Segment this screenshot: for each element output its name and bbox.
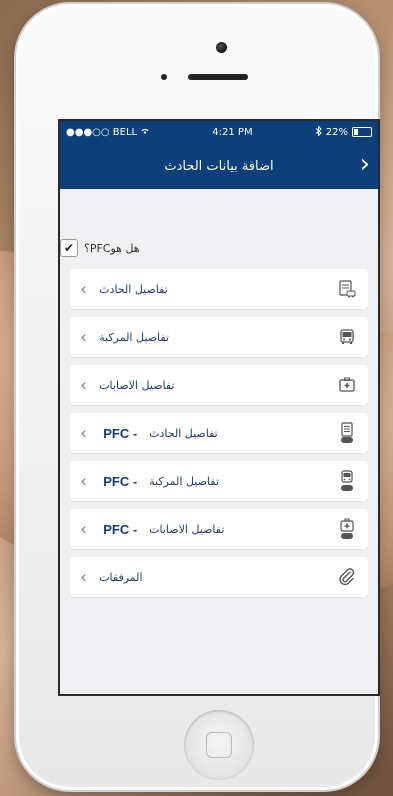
paperclip-icon <box>336 566 358 588</box>
phone-frame: ●●●○○ BELL 4:21 PM 22% اضافة بيانات الحا… <box>16 4 380 790</box>
details-list: ‹ تفاصيل الحادث ‹ تفاصيل المركبة ‹ تفاصي… <box>60 269 378 597</box>
earpiece-speaker <box>188 74 248 80</box>
pfc-tag: PFC - <box>103 425 138 441</box>
pfc-document-icon <box>336 422 358 444</box>
list-item-pfc-vehicle-details[interactable]: ‹ PFC - تفاصيل المركبة <box>70 461 368 501</box>
item-label: تفاصيل الحادث <box>149 426 218 440</box>
chevron-left-icon: ‹ <box>80 518 88 540</box>
item-label: تفاصيل المركبة <box>99 330 169 344</box>
item-label: تفاصيل الاصابات <box>149 522 225 536</box>
chevron-left-icon: ‹ <box>80 422 88 444</box>
status-bar: ●●●○○ BELL 4:21 PM 22% <box>60 121 378 143</box>
item-label: تفاصيل المركبة <box>149 474 219 488</box>
nav-bar: اضافة بيانات الحادث › <box>60 143 378 189</box>
pfc-question: هل هوPFC؟ ✔ <box>60 237 378 259</box>
chevron-left-icon: ‹ <box>80 278 88 300</box>
phone-screen: ●●●○○ BELL 4:21 PM 22% اضافة بيانات الحا… <box>58 119 380 696</box>
front-camera <box>216 42 227 53</box>
pfc-tag: PFC - <box>103 473 138 489</box>
pfc-tag: PFC - <box>103 521 138 537</box>
battery-percent: 22% <box>325 126 348 138</box>
pfc-first-aid-icon <box>336 518 358 540</box>
wifi-icon <box>140 127 150 138</box>
home-button[interactable] <box>184 710 254 780</box>
chevron-right-icon[interactable]: › <box>360 151 370 177</box>
list-item-vehicle-details[interactable]: ‹ تفاصيل المركبة <box>70 317 368 357</box>
chevron-left-icon: ‹ <box>80 566 88 588</box>
chevron-left-icon: ‹ <box>80 326 88 348</box>
item-label: المرفقات <box>99 570 143 584</box>
chevron-left-icon: ‹ <box>80 374 88 396</box>
chevron-left-icon: ‹ <box>80 470 88 492</box>
list-item-pfc-injury-details[interactable]: ‹ PFC - تفاصيل الاصابات <box>70 509 368 549</box>
item-label: تفاصيل الحادث <box>99 282 168 296</box>
accident-report-icon <box>336 278 358 300</box>
first-aid-icon <box>336 374 358 396</box>
page-title: اضافة بيانات الحادث <box>164 158 274 174</box>
clock: 4:21 PM <box>212 126 253 138</box>
list-item-injury-details[interactable]: ‹ تفاصيل الاصابات <box>70 365 368 405</box>
list-item-accident-details[interactable]: ‹ تفاصيل الحادث <box>70 269 368 309</box>
item-label: تفاصيل الاصابات <box>99 378 175 392</box>
list-item-attachments[interactable]: ‹ المرفقات <box>70 557 368 597</box>
proximity-sensor <box>161 74 167 80</box>
list-item-pfc-accident-details[interactable]: ‹ PFC - تفاصيل الحادث <box>70 413 368 453</box>
pfc-question-label: هل هوPFC؟ <box>84 241 140 255</box>
home-square-icon <box>206 732 232 758</box>
carrier-label: ●●●○○ BELL <box>66 126 138 138</box>
bus-icon <box>336 326 358 348</box>
pfc-bus-icon <box>336 470 358 492</box>
bluetooth-icon <box>315 124 322 139</box>
pfc-checkbox[interactable]: ✔ <box>60 239 78 257</box>
battery-icon <box>351 127 372 137</box>
